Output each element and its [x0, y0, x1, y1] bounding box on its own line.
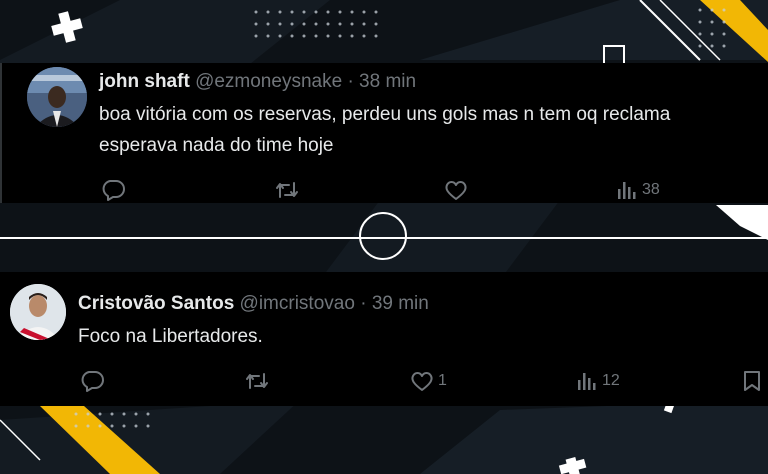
separator-dot: · [360, 293, 367, 314]
heart-icon [445, 181, 467, 200]
reply-icon [81, 371, 104, 392]
tweet-text: Foco na Libertadores. [78, 321, 263, 352]
tweet-header: john shaft @ezmoneysnake · 38 min [99, 71, 416, 93]
display-name[interactable]: Cristovão Santos [78, 293, 234, 314]
retweet-button[interactable] [245, 370, 269, 392]
retweet-icon [246, 373, 268, 389]
avatar[interactable] [10, 284, 66, 340]
like-button[interactable] [444, 179, 468, 201]
tweet-text-line: Foco na Libertadores. [78, 326, 263, 347]
views-count: 12 [602, 372, 620, 389]
avatar[interactable] [27, 67, 87, 127]
reply-button[interactable] [101, 179, 125, 201]
views-button[interactable]: 12 [576, 370, 620, 392]
tweet-header: Cristovão Santos @imcristovao · 39 min [78, 293, 429, 315]
tweet-text-line: boa vitória com os reservas, perdeu uns … [99, 104, 671, 125]
reply-button[interactable] [80, 370, 104, 392]
user-handle[interactable]: @imcristovao [240, 293, 355, 314]
separator-dot: · [347, 71, 354, 92]
divider-circle [359, 212, 407, 260]
user-handle[interactable]: @ezmoneysnake [195, 71, 342, 92]
heart-icon [411, 372, 433, 391]
tweet-card[interactable]: Cristovão Santos @imcristovao · 39 min F… [0, 272, 768, 406]
views-count: 38 [642, 181, 660, 198]
display-name[interactable]: john shaft [99, 71, 190, 92]
bookmark-button[interactable] [742, 370, 762, 392]
views-button[interactable]: 38 [616, 179, 660, 201]
tweet-card[interactable]: john shaft @ezmoneysnake · 38 min boa vi… [0, 63, 768, 203]
timestamp[interactable]: 39 min [372, 293, 429, 314]
like-count: 1 [438, 372, 447, 389]
retweet-button[interactable] [275, 179, 299, 201]
like-button[interactable]: 1 [410, 370, 447, 392]
tweet-text-line: esperava nada do time hoje [99, 135, 334, 156]
tweet-text: boa vitória com os reservas, perdeu uns … [99, 99, 670, 161]
timestamp[interactable]: 38 min [359, 71, 416, 92]
views-icon [618, 182, 636, 199]
reply-icon [102, 180, 125, 201]
retweet-icon [276, 182, 298, 198]
views-icon [578, 373, 596, 390]
bookmark-icon [744, 371, 760, 391]
